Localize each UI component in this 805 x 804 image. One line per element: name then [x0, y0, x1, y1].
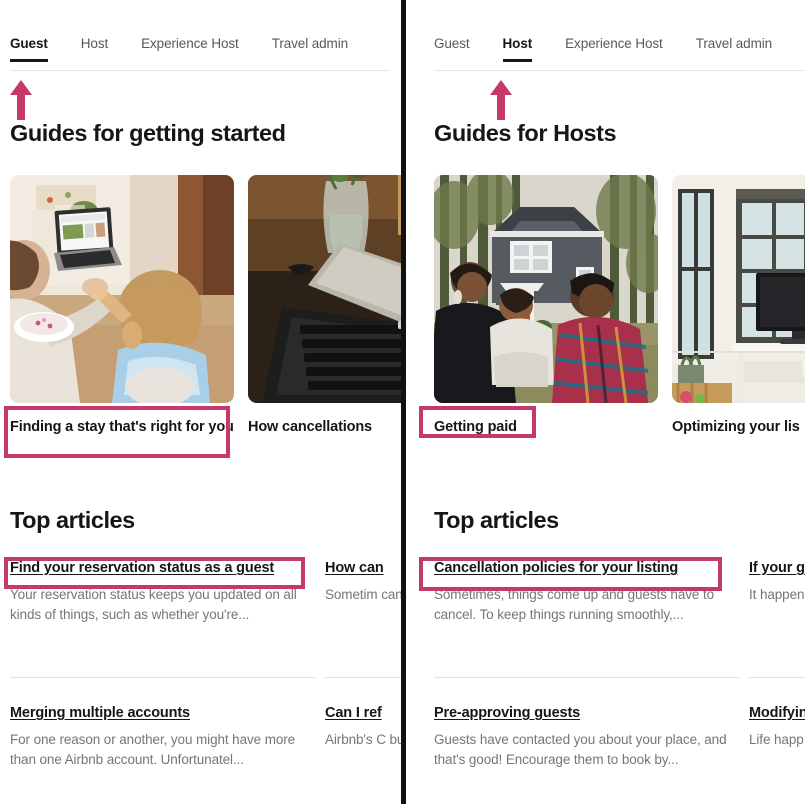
article-item: Cancellation policies for your listing S…	[434, 560, 739, 625]
top-articles-heading: Top articles	[10, 507, 135, 533]
guest-panel: Guest Host Experience Host Travel admin …	[0, 0, 401, 804]
tab-experience-host[interactable]: Experience Host	[141, 36, 239, 62]
host-panel: Guest Host Experience Host Travel admin …	[406, 0, 805, 804]
article-link[interactable]: Cancellation policies for your listing	[434, 560, 739, 576]
article-description: Sometim cancel. To	[325, 587, 401, 602]
guides-heading: Guides for getting started	[10, 120, 286, 146]
tab-guest[interactable]: Guest	[10, 36, 48, 62]
article-item: Can I ref Airbnb's C but you c	[325, 705, 401, 750]
article-description: Guests have contacted you about your pla…	[434, 732, 727, 767]
annotated-screenshot-pair: Guest Host Experience Host Travel admin …	[0, 0, 805, 804]
tab-host[interactable]: Host	[502, 36, 532, 62]
tab-travel-admin[interactable]: Travel admin	[272, 36, 348, 62]
article-description: Sometimes, things come up and guests hav…	[434, 587, 715, 622]
article-item: How can Sometim cancel. To	[325, 560, 401, 605]
tab-travel-admin[interactable]: Travel admin	[696, 36, 772, 62]
article-description: Your reservation status keeps you update…	[10, 587, 297, 622]
article-link[interactable]: Can I ref	[325, 705, 401, 721]
guide-card-caption: How cancellations	[248, 419, 372, 435]
article-item: Modifyin Life happ host as p	[749, 705, 805, 750]
article-divider	[10, 677, 315, 678]
laptop-and-notebook-photo	[248, 175, 401, 403]
article-item: Find your reservation status as a guest …	[10, 560, 315, 625]
family-at-laptop-photo	[10, 175, 234, 403]
guide-card[interactable]: Finding a stay that's right for you	[10, 175, 234, 437]
article-link[interactable]: Merging multiple accounts	[10, 705, 315, 721]
panel-divider	[401, 0, 406, 804]
article-item: If your g It happen cancel th	[749, 560, 805, 605]
article-divider	[434, 677, 739, 678]
guides-heading: Guides for Hosts	[434, 120, 617, 146]
guide-card[interactable]: Optimizing your lis	[672, 175, 805, 437]
tab-host[interactable]: Host	[81, 36, 108, 62]
guide-card[interactable]: How cancellations	[248, 175, 401, 437]
guest-tabbar: Guest Host Experience Host Travel admin	[10, 36, 401, 72]
article-description: It happen cancel th	[749, 587, 805, 602]
guide-card-caption: Optimizing your lis	[672, 419, 800, 435]
article-description: Airbnb's C but you c	[325, 732, 401, 747]
up-arrow-icon	[490, 80, 512, 120]
article-item: Pre-approving guests Guests have contact…	[434, 705, 739, 770]
article-divider	[325, 677, 401, 678]
guide-card-caption: Finding a stay that's right for you	[10, 419, 234, 435]
article-description: For one reason or another, you might hav…	[10, 732, 296, 767]
article-description: Life happ host as p	[749, 732, 805, 747]
article-divider	[749, 677, 805, 678]
article-link[interactable]: Pre-approving guests	[434, 705, 739, 721]
article-link[interactable]: How can	[325, 560, 401, 576]
tab-experience-host[interactable]: Experience Host	[565, 36, 663, 62]
up-arrow-icon	[10, 80, 32, 120]
article-link[interactable]: If your g	[749, 560, 805, 576]
family-in-front-of-cabin-photo	[434, 175, 658, 403]
guide-card[interactable]: Getting paid	[434, 175, 658, 437]
top-articles-heading: Top articles	[434, 507, 559, 533]
article-item: Merging multiple accounts For one reason…	[10, 705, 315, 770]
guide-card-caption: Getting paid	[434, 419, 517, 435]
home-office-desk-photo	[672, 175, 805, 403]
host-tabbar: Guest Host Experience Host Travel admin	[434, 36, 805, 72]
article-link[interactable]: Find your reservation status as a guest	[10, 560, 315, 576]
tab-guest[interactable]: Guest	[434, 36, 470, 62]
article-link[interactable]: Modifyin	[749, 705, 805, 721]
